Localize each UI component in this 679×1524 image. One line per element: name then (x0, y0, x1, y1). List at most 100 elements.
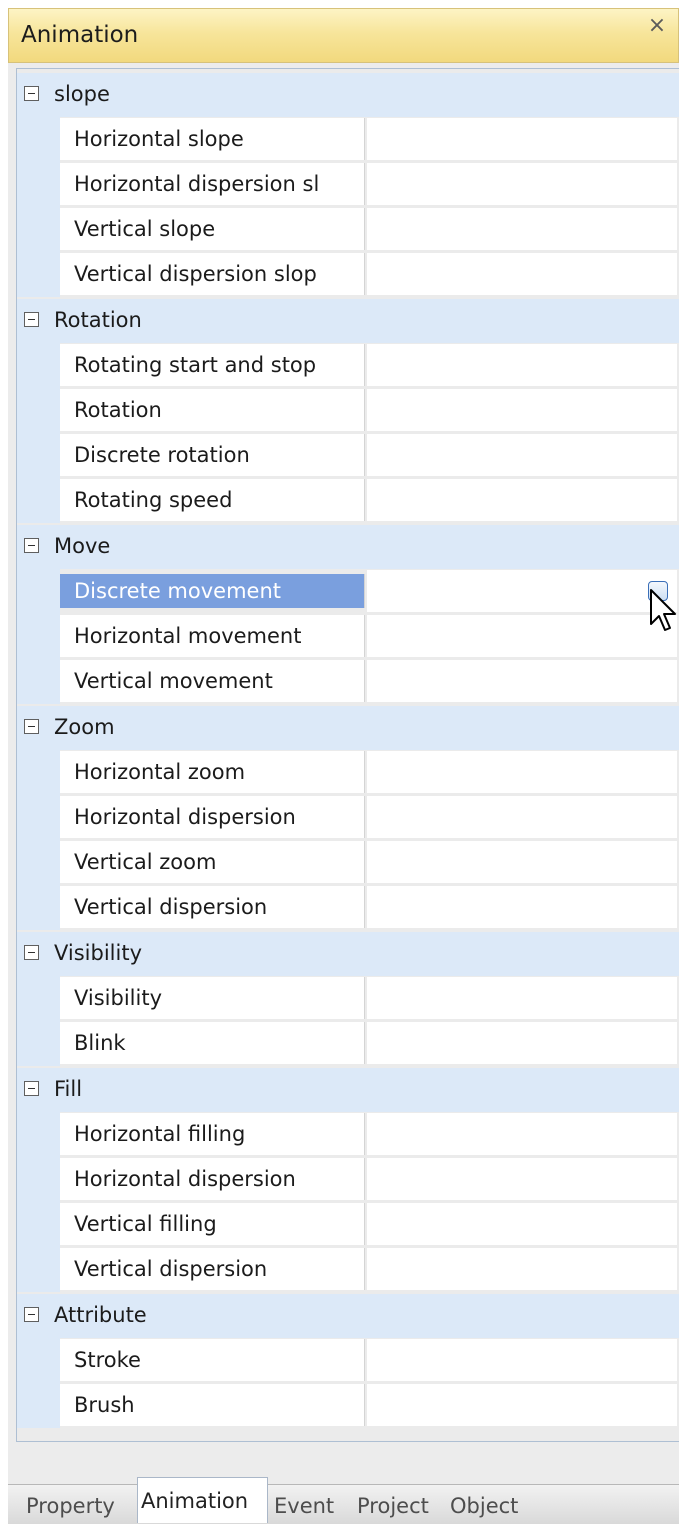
property-name[interactable]: Horizontal filling (60, 1113, 365, 1155)
property-label: Horizontal dispersion (74, 1167, 296, 1191)
property-row-vertical-dispersion: Vertical dispersion (17, 885, 679, 930)
property-name[interactable]: Horizontal dispersion (60, 796, 365, 838)
property-row-discrete-rotation: Discrete rotation (17, 433, 679, 478)
property-name[interactable]: Horizontal dispersion sl (60, 163, 365, 205)
tab-project[interactable]: Project (357, 1485, 441, 1523)
collapse-icon[interactable] (24, 86, 39, 101)
property-name[interactable]: Brush (60, 1384, 365, 1426)
property-name[interactable]: Vertical slope (60, 208, 365, 250)
property-value-field[interactable] (367, 570, 677, 612)
property-name[interactable]: Horizontal dispersion (60, 1158, 365, 1200)
property-label: Rotating start and stop (74, 353, 317, 377)
tab-object[interactable]: Object (450, 1485, 534, 1523)
category-label: Attribute (54, 1303, 147, 1327)
tab-animation[interactable]: Animation (137, 1477, 268, 1523)
category-visibility: Visibility (17, 932, 679, 976)
property-label: Discrete rotation (74, 443, 250, 467)
property-label: Brush (74, 1393, 135, 1417)
panel-tab-bar: Property Animation Event Project Object (8, 1477, 679, 1524)
property-name[interactable]: Rotating speed (60, 479, 365, 521)
property-value-field[interactable] (367, 208, 677, 250)
property-value-field[interactable] (367, 1022, 677, 1064)
property-label: Vertical dispersion (74, 1257, 268, 1281)
property-value-field[interactable] (367, 163, 677, 205)
property-grid: slope Horizontal slope Horizontal disper… (16, 68, 679, 1442)
property-value-field[interactable] (367, 253, 677, 295)
property-value-field[interactable] (367, 1113, 677, 1155)
property-value-field[interactable] (367, 1248, 677, 1290)
category-label: Zoom (54, 715, 115, 739)
property-value-field[interactable] (367, 796, 677, 838)
category-label: slope (54, 82, 110, 106)
property-row-rotating-start-stop: Rotating start and stop (17, 343, 679, 388)
property-label: Horizontal dispersion sl (74, 172, 320, 196)
property-label: Horizontal zoom (74, 760, 246, 784)
property-name[interactable]: Horizontal movement (60, 615, 365, 657)
property-row-discrete-movement: Discrete movement (17, 569, 679, 614)
category-label: Move (54, 534, 111, 558)
collapse-icon[interactable] (24, 312, 39, 327)
property-value-field[interactable] (367, 434, 677, 476)
tab-event[interactable]: Event (274, 1485, 348, 1523)
property-label: Visibility (74, 986, 163, 1010)
property-value-field[interactable] (367, 751, 677, 793)
property-name[interactable]: Vertical filling (60, 1203, 365, 1245)
category-attribute: Attribute (17, 1294, 679, 1338)
property-value-field[interactable] (367, 841, 677, 883)
collapse-icon[interactable] (24, 719, 39, 734)
property-value-field[interactable] (367, 615, 677, 657)
tab-property[interactable]: Property (26, 1485, 136, 1523)
property-name[interactable]: Vertical dispersion (60, 1248, 365, 1290)
property-name[interactable]: Vertical zoom (60, 841, 365, 883)
category-slope: slope (17, 73, 679, 117)
category-label: Visibility (54, 941, 143, 965)
property-row-horizontal-dispersion-slope: Horizontal dispersion sl (17, 162, 679, 207)
property-value-field[interactable] (367, 1158, 677, 1200)
property-name[interactable]: Vertical dispersion slop (60, 253, 365, 295)
property-value-field[interactable] (367, 660, 677, 702)
property-value-field[interactable] (367, 1339, 677, 1381)
property-label: Vertical zoom (74, 850, 217, 874)
property-name[interactable]: Vertical dispersion (60, 886, 365, 928)
property-value-field[interactable] (367, 389, 677, 431)
close-icon[interactable]: × (646, 15, 668, 37)
property-row-vertical-movement: Vertical movement (17, 659, 679, 704)
property-name[interactable]: Blink (60, 1022, 365, 1064)
property-name-selected[interactable]: Discrete movement (60, 574, 365, 608)
property-row-horizontal-slope: Horizontal slope (17, 117, 679, 162)
property-row-rotation: Rotation (17, 388, 679, 433)
property-label: Vertical movement (74, 669, 273, 693)
collapse-icon[interactable] (24, 538, 39, 553)
property-label: Discrete movement (74, 579, 281, 603)
property-name[interactable]: Horizontal zoom (60, 751, 365, 793)
property-value-field[interactable] (367, 118, 677, 160)
property-row-horizontal-filling: Horizontal filling (17, 1112, 679, 1157)
property-row-horizontal-dispersion: Horizontal dispersion (17, 795, 679, 840)
property-value-field[interactable] (367, 344, 677, 386)
property-value-field[interactable] (367, 886, 677, 928)
category-move: Move (17, 525, 679, 569)
property-value-field[interactable] (367, 1203, 677, 1245)
property-row-vertical-filling: Vertical filling (17, 1202, 679, 1247)
property-value-field[interactable] (367, 479, 677, 521)
property-name[interactable]: Rotation (60, 389, 365, 431)
property-name[interactable]: Vertical movement (60, 660, 365, 702)
category-fill: Fill (17, 1068, 679, 1112)
property-value-field[interactable] (367, 1384, 677, 1426)
property-name[interactable]: Horizontal slope (60, 118, 365, 160)
collapse-icon[interactable] (24, 1307, 39, 1322)
property-name[interactable]: Stroke (60, 1339, 365, 1381)
property-row-horizontal-movement: Horizontal movement (17, 614, 679, 659)
collapse-icon[interactable] (24, 1081, 39, 1096)
ellipsis-button[interactable] (648, 581, 668, 601)
property-name[interactable]: Rotating start and stop (60, 344, 365, 386)
panel-title-bar: Animation × (8, 8, 679, 63)
property-name[interactable]: Discrete rotation (60, 434, 365, 476)
category-rotation: Rotation (17, 299, 679, 343)
property-label: Horizontal filling (74, 1122, 246, 1146)
property-name[interactable]: Visibility (60, 977, 365, 1019)
property-label: Stroke (74, 1348, 141, 1372)
property-label: Rotation (74, 398, 162, 422)
property-value-field[interactable] (367, 977, 677, 1019)
collapse-icon[interactable] (24, 945, 39, 960)
